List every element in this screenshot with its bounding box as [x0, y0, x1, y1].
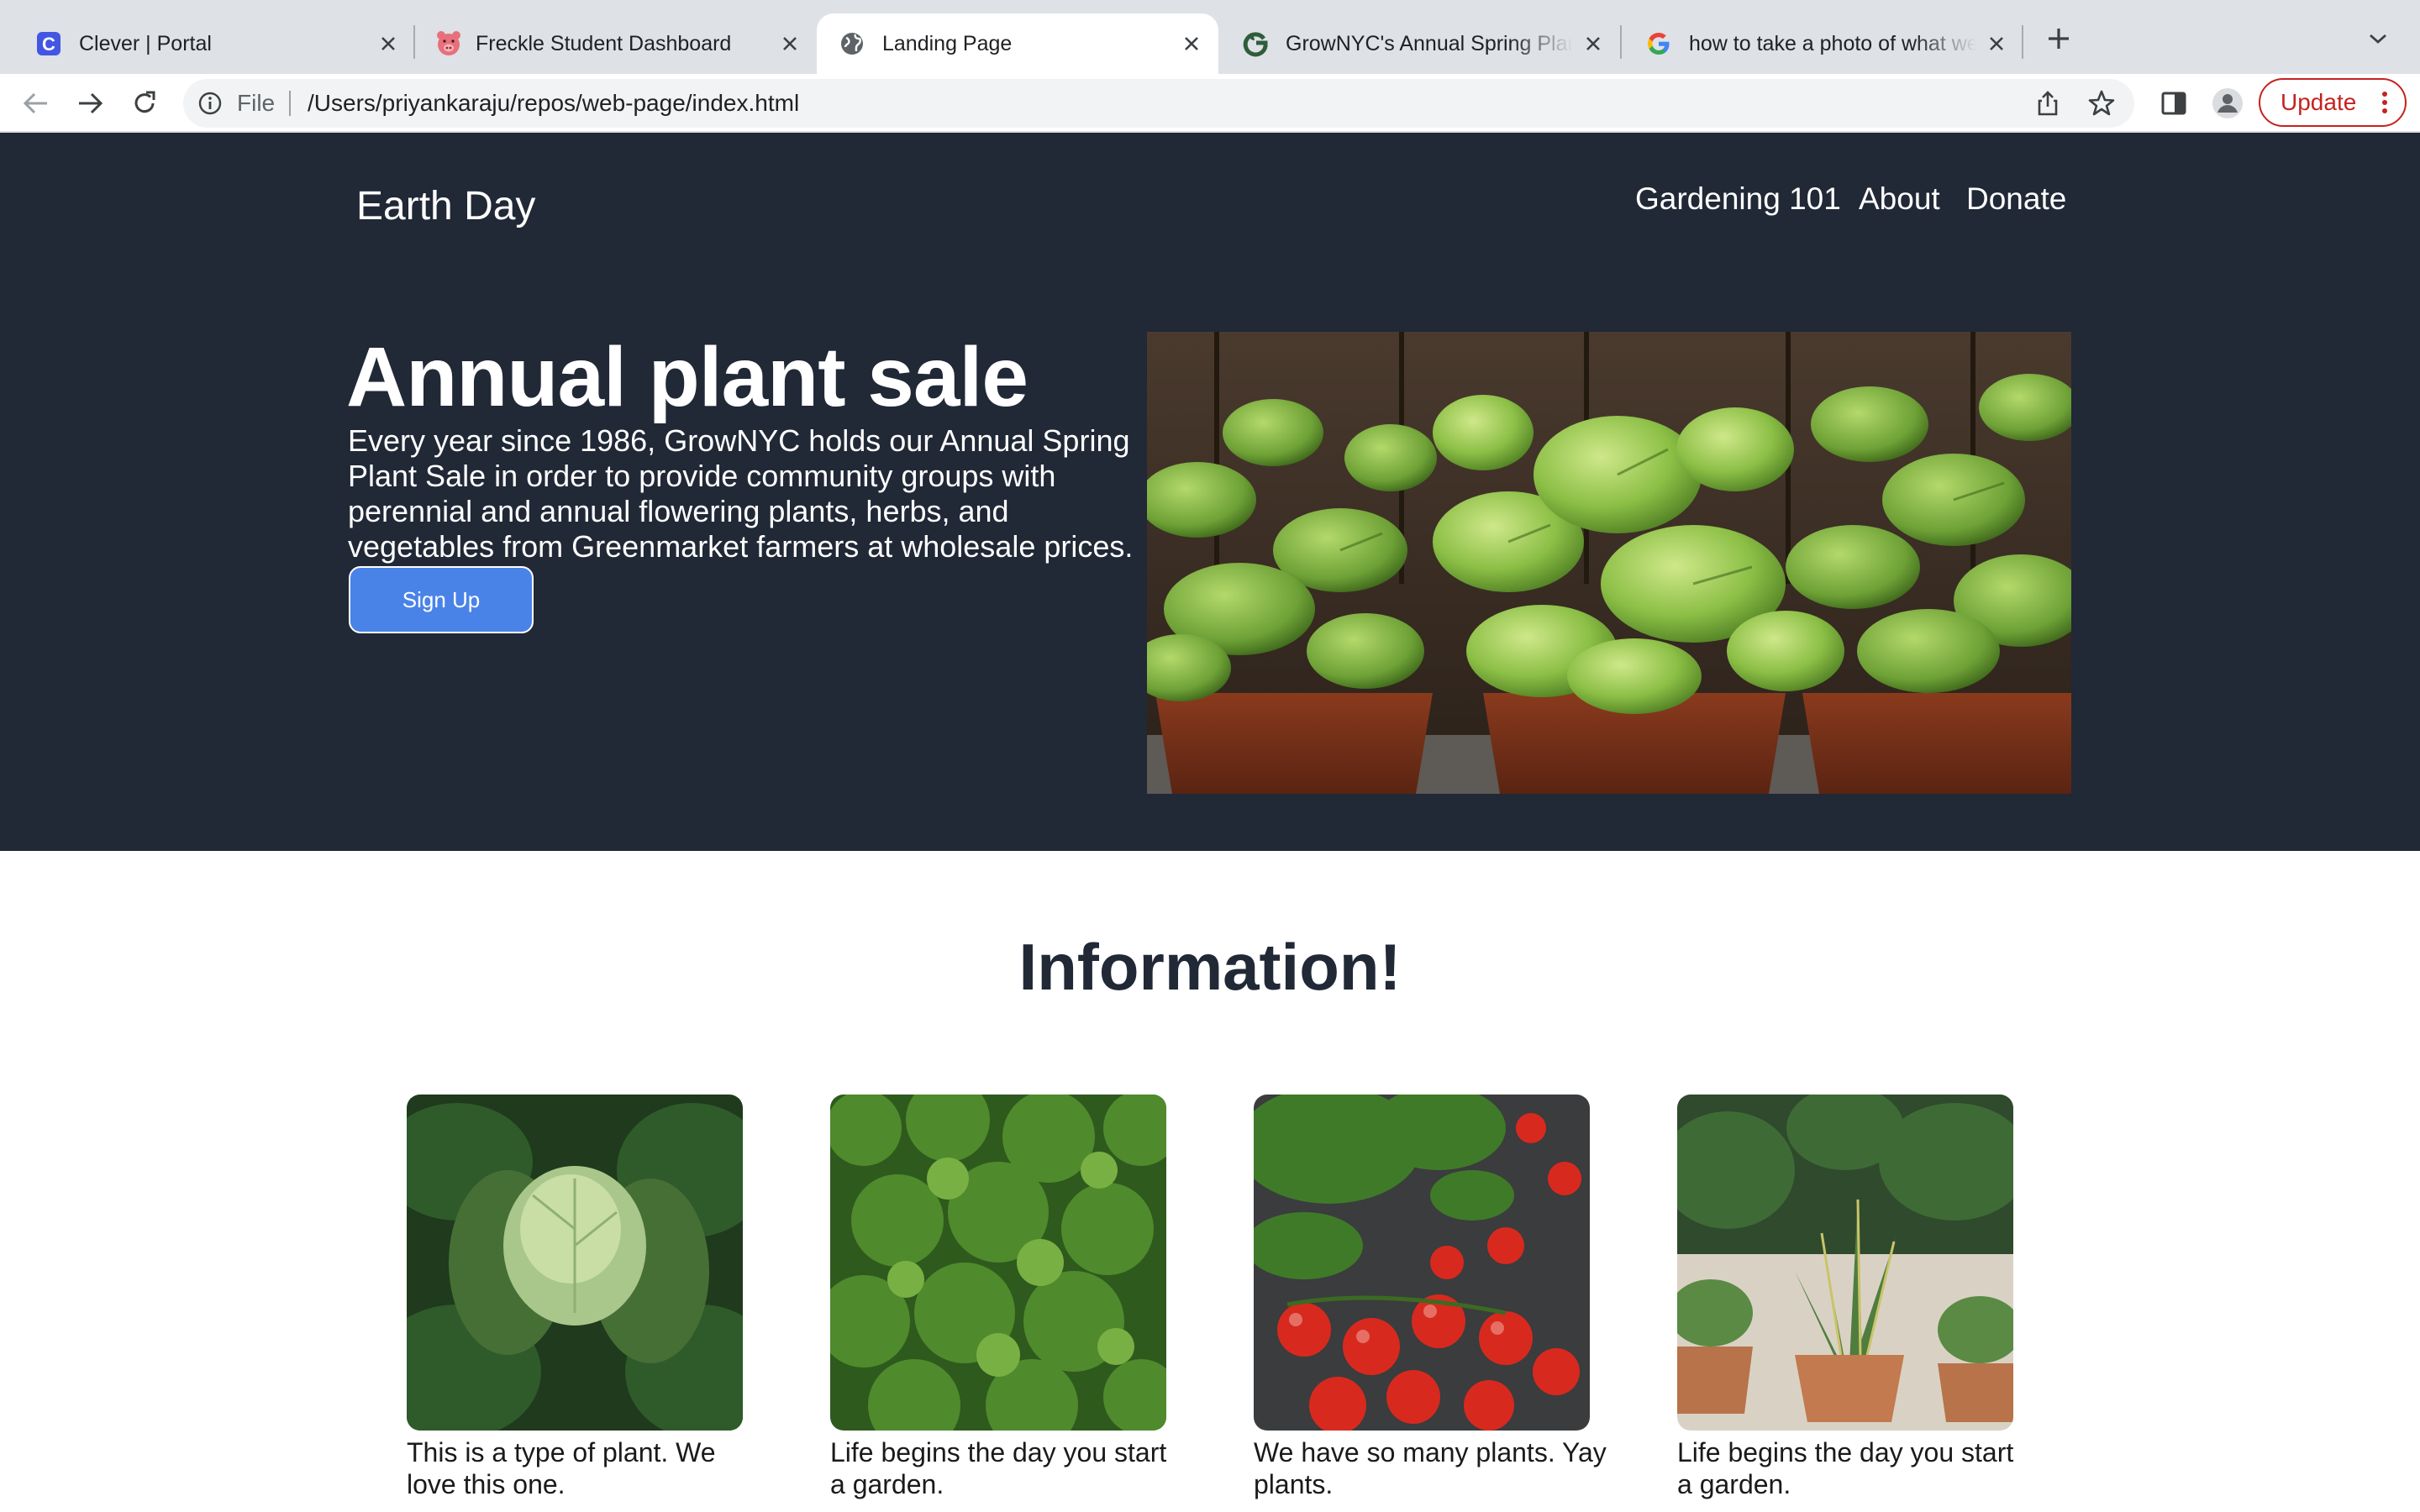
close-tab-icon[interactable]	[776, 30, 803, 57]
tab-title: Landing Page	[882, 32, 1013, 55]
reload-icon[interactable]	[127, 86, 162, 121]
profile-avatar-icon[interactable]	[2210, 86, 2245, 121]
parsley-image	[830, 1095, 1166, 1431]
globe-icon	[837, 29, 867, 59]
nav-link-donate[interactable]: Donate	[1966, 181, 2066, 217]
tab-title: Freckle Student Dashboard	[476, 32, 732, 55]
more-vertical-icon[interactable]	[2376, 90, 2393, 115]
scheme-label: File	[237, 90, 276, 116]
grownyc-icon	[1240, 29, 1270, 59]
tab-freckle[interactable]: Freckle Student Dashboard	[415, 13, 813, 74]
address-divider	[289, 91, 291, 116]
svg-text:C: C	[42, 34, 55, 55]
close-tab-icon[interactable]	[1580, 30, 1607, 57]
google-g-icon	[1644, 29, 1674, 59]
share-icon[interactable]	[2033, 89, 2062, 118]
cabbage-image	[407, 1095, 743, 1431]
hero-section: Earth Day Gardening 101 About Donate Ann…	[0, 133, 2420, 851]
sign-up-button[interactable]: Sign Up	[349, 566, 534, 633]
tab-clever[interactable]: C Clever | Portal	[13, 13, 412, 74]
close-tab-icon[interactable]	[1983, 30, 2010, 57]
tab-landing-page[interactable]: Landing Page	[817, 13, 1218, 74]
site-info-icon[interactable]	[197, 90, 224, 117]
tab-title: GrowNYC's Annual Spring Plant Sale	[1286, 32, 1573, 55]
new-tab-plus-icon[interactable]	[2042, 22, 2075, 55]
browser-toolbar: File /Users/priyankaraju/repos/web-page/…	[0, 74, 2420, 133]
card-caption: Life begins the day you start a garden.	[830, 1437, 1167, 1499]
tab-separator	[1620, 25, 1622, 59]
close-tab-icon[interactable]	[1178, 30, 1205, 57]
address-bar[interactable]: File /Users/priyankaraju/repos/web-page/…	[183, 79, 2134, 128]
freckle-pig-icon	[434, 29, 464, 59]
card-caption: Life begins the day you start a garden.	[1677, 1437, 2014, 1499]
houseplants-image	[1677, 1095, 2013, 1431]
site-brand[interactable]: Earth Day	[356, 183, 535, 229]
card-caption: We have so many plants. Yay plants.	[1254, 1437, 1607, 1499]
tab-google-search[interactable]: how to take a photo of what we	[1623, 13, 2025, 74]
back-arrow-icon[interactable]	[18, 86, 54, 121]
clever-c-icon: C	[34, 29, 64, 59]
tab-search-chevron-down-icon[interactable]	[2365, 25, 2391, 52]
information-heading: Information!	[1018, 930, 1402, 1004]
tab-title: how to take a photo of what we	[1689, 32, 1976, 55]
tab-strip: C Clever | Portal Freckle Student Dashbo…	[0, 0, 2420, 74]
tomatoes-basil-image	[1254, 1095, 1590, 1431]
hero-herbs-image	[1147, 332, 2071, 794]
update-button[interactable]: Update	[2259, 78, 2407, 127]
nav-link-gardening[interactable]: Gardening 101	[1635, 181, 1841, 217]
hero-title: Annual plant sale	[346, 330, 1028, 424]
tab-grownyc[interactable]: GrowNYC's Annual Spring Plant Sale	[1220, 13, 1622, 74]
card-caption: This is a type of plant. We love this on…	[407, 1437, 716, 1499]
close-tab-icon[interactable]	[375, 30, 402, 57]
side-panel-icon[interactable]	[2156, 86, 2191, 121]
update-label: Update	[2281, 89, 2357, 115]
hero-description: Every year since 1986, GrowNYC holds our…	[348, 423, 1134, 564]
nav-link-about[interactable]: About	[1859, 181, 1940, 217]
bookmark-star-icon[interactable]	[2087, 89, 2116, 118]
url-text[interactable]: /Users/priyankaraju/repos/web-page/index…	[308, 79, 799, 128]
forward-arrow-icon[interactable]	[72, 86, 108, 121]
tab-title: Clever | Portal	[79, 32, 212, 55]
tab-separator	[2022, 25, 2023, 59]
